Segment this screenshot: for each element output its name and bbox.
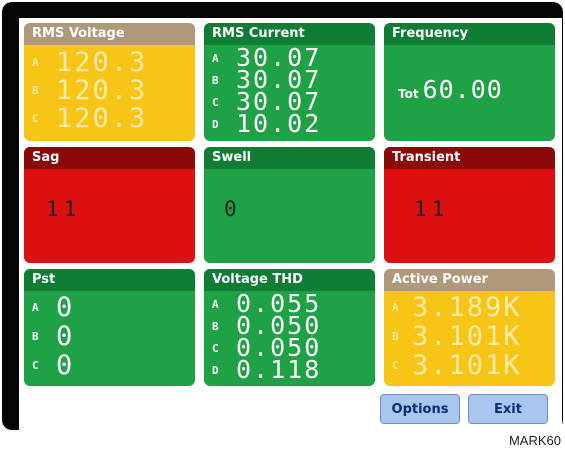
active-power-row-c: C 3.101K bbox=[384, 351, 522, 380]
transient-values: 11 bbox=[384, 169, 555, 263]
phase-label: C bbox=[212, 341, 219, 355]
rms-current-row-d: D 10.02 bbox=[204, 109, 322, 138]
rms-voltage-value: 120.3 bbox=[56, 103, 148, 134]
phase-label: D bbox=[212, 363, 219, 377]
phase-label: A bbox=[212, 51, 219, 65]
pst-row-c: C 0 bbox=[24, 351, 74, 380]
rms-voltage-value: 120.3 bbox=[56, 47, 148, 78]
swell-title: Swell bbox=[204, 147, 375, 169]
frequency-total-label: Tot bbox=[398, 87, 419, 101]
voltage-thd-title: Voltage THD bbox=[204, 269, 375, 291]
rms-voltage-value: 120.3 bbox=[56, 75, 148, 106]
rms-current-title: RMS Current bbox=[204, 23, 375, 45]
phase-label: C bbox=[392, 359, 399, 372]
phase-label: A bbox=[32, 301, 39, 314]
sag-title: Sag bbox=[24, 147, 195, 169]
active-power-tile[interactable]: Active Power A 3.189K B 3.101K C 3.101K bbox=[384, 269, 555, 386]
phase-label: C bbox=[212, 95, 219, 109]
phase-label: D bbox=[212, 117, 219, 131]
phase-label: C bbox=[32, 359, 39, 372]
pst-value: 0 bbox=[56, 350, 75, 381]
phase-label: B bbox=[32, 330, 39, 343]
pst-value: 0 bbox=[56, 292, 75, 323]
rms-voltage-tile[interactable]: RMS Voltage A 120.3 B 120.3 C 120.3 bbox=[24, 23, 195, 141]
frequency-title: Frequency bbox=[384, 23, 555, 45]
active-power-row-b: B 3.101K bbox=[384, 322, 522, 351]
rms-current-value: 10.02 bbox=[236, 109, 322, 138]
active-power-title: Active Power bbox=[384, 269, 555, 291]
phase-label: A bbox=[212, 297, 219, 311]
exit-button[interactable]: Exit bbox=[468, 394, 548, 424]
active-power-row-a: A 3.189K bbox=[384, 293, 522, 322]
transient-title: Transient bbox=[384, 147, 555, 169]
frequency-tile[interactable]: Frequency Tot 60.00 bbox=[384, 23, 555, 141]
rms-voltage-row-a: A 120.3 bbox=[24, 48, 147, 77]
active-power-value: 3.101K bbox=[412, 321, 522, 352]
active-power-value: 3.101K bbox=[412, 350, 522, 381]
voltage-thd-row-d: D 0.118 bbox=[204, 355, 322, 384]
frequency-values: Tot 60.00 bbox=[384, 45, 555, 141]
rms-voltage-title: RMS Voltage bbox=[24, 23, 195, 45]
pst-row-a: A 0 bbox=[24, 293, 74, 322]
pst-values: A 0 B 0 C 0 bbox=[24, 291, 195, 386]
swell-tile[interactable]: Swell 0 bbox=[204, 147, 375, 263]
phase-label: B bbox=[32, 84, 39, 97]
phase-label: A bbox=[32, 56, 39, 69]
pst-row-b: B 0 bbox=[24, 322, 74, 351]
pst-tile[interactable]: Pst A 0 B 0 C 0 bbox=[24, 269, 195, 386]
rms-current-values: A 30.07 B 30.07 C 30.07 D 10.02 bbox=[204, 45, 375, 141]
phase-label: A bbox=[392, 301, 399, 314]
phase-label: B bbox=[212, 73, 219, 87]
phase-label: B bbox=[212, 319, 219, 333]
sag-values: 11 bbox=[24, 169, 195, 263]
sag-tile[interactable]: Sag 11 bbox=[24, 147, 195, 263]
active-power-value: 3.189K bbox=[412, 292, 522, 323]
active-power-values: A 3.189K B 3.101K C 3.101K bbox=[384, 291, 555, 386]
pst-title: Pst bbox=[24, 269, 195, 291]
swell-count: 0 bbox=[224, 197, 242, 221]
sag-count: 11 bbox=[46, 197, 82, 221]
rms-voltage-row-c: C 120.3 bbox=[24, 104, 147, 133]
rms-current-tile[interactable]: RMS Current A 30.07 B 30.07 C 30.07 D 10… bbox=[204, 23, 375, 141]
swell-values: 0 bbox=[204, 169, 375, 263]
pst-value: 0 bbox=[56, 321, 75, 352]
frequency-value: 60.00 bbox=[422, 75, 503, 104]
voltage-thd-tile[interactable]: Voltage THD A 0.055 B 0.050 C 0.050 D 0.… bbox=[204, 269, 375, 386]
phase-label: B bbox=[392, 330, 399, 343]
rms-voltage-values: A 120.3 B 120.3 C 120.3 bbox=[24, 45, 195, 141]
voltage-thd-values: A 0.055 B 0.050 C 0.050 D 0.118 bbox=[204, 291, 375, 386]
voltage-thd-value: 0.118 bbox=[236, 355, 322, 384]
rms-voltage-row-b: B 120.3 bbox=[24, 76, 147, 105]
device-bezel: RMS Voltage A 120.3 B 120.3 C 120.3 RMS … bbox=[2, 2, 563, 432]
options-button[interactable]: Options bbox=[380, 394, 460, 424]
frequency-reading: Tot 60.00 bbox=[398, 75, 503, 104]
phase-label: C bbox=[32, 112, 39, 125]
transient-tile[interactable]: Transient 11 bbox=[384, 147, 555, 263]
transient-count: 11 bbox=[414, 197, 450, 221]
dashboard-screen: RMS Voltage A 120.3 B 120.3 C 120.3 RMS … bbox=[19, 18, 562, 432]
figure-mark: MARK60 bbox=[508, 433, 561, 448]
